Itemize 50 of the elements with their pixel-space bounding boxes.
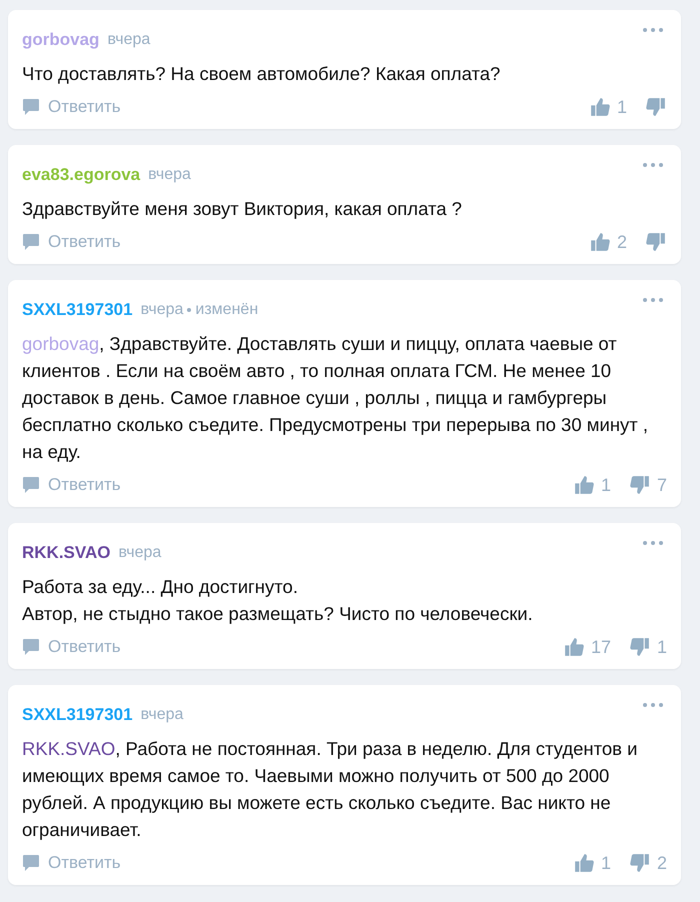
comment-text: Работа за еду... Дно достигнуто. bbox=[22, 575, 299, 599]
speech-bubble-icon bbox=[22, 233, 40, 251]
speech-bubble-icon bbox=[22, 854, 40, 872]
thumbs-down-icon bbox=[628, 636, 651, 658]
author-link[interactable]: SXXL3197301 bbox=[22, 705, 133, 725]
thumbs-up-icon bbox=[572, 474, 595, 496]
like-button[interactable]: 17 bbox=[562, 636, 611, 658]
author-link[interactable]: gorbovag bbox=[22, 30, 100, 50]
thumbs-down-icon bbox=[628, 852, 651, 874]
dislike-button[interactable] bbox=[645, 96, 667, 118]
reply-button[interactable]: Ответить bbox=[22, 853, 121, 873]
mention-link[interactable]: gorbovag bbox=[22, 333, 100, 354]
thumbs-down-icon bbox=[628, 474, 651, 496]
author-link[interactable]: SXXL3197301 bbox=[22, 300, 133, 320]
comment-text: Что доставлять? На своем автомобиле? Какая оплата? bbox=[22, 62, 502, 86]
dislike-button[interactable]: 1 bbox=[628, 636, 667, 658]
author-link[interactable]: eva83.egorova bbox=[22, 165, 140, 185]
reply-button[interactable]: Ответить bbox=[22, 637, 121, 657]
comment-text: RKK.SVAO, Работа не постоянная. Три раза в неделю. Для студентов и имеющих время самое то. Чаевыми можно получить от 500 до 2000 рублей. А продукцию вы можете есть сколько съедите. Вас никто не ограничивает. bbox=[22, 737, 638, 842]
thumbs-up-icon bbox=[588, 96, 611, 118]
like-button[interactable]: 2 bbox=[588, 231, 627, 253]
comment-time: вчера bbox=[140, 301, 184, 319]
speech-bubble-icon bbox=[22, 476, 40, 494]
thumbs-down-icon bbox=[645, 231, 667, 253]
like-button[interactable]: 1 bbox=[572, 474, 611, 496]
thumbs-up-icon bbox=[588, 231, 611, 253]
reply-button[interactable]: Ответить bbox=[22, 232, 121, 252]
thumbs-down-icon bbox=[645, 96, 667, 118]
comment-time: вчера bbox=[148, 166, 191, 184]
comment-text: gorbovag, Здравствуйте. Доставлять суши и пиццу, оплата чаевые от клиентов . Если на своём авто , то полная оплата ГСМ. Не менее 10 доставок в день. Самое главное суши , роллы , пицца и гамбургеры бесплатно сколько съедите. Предусмотрены три перерыва по 30 минут , на еду. bbox=[22, 332, 650, 464]
like-button[interactable]: 1 bbox=[572, 852, 611, 874]
comment-time: вчера bbox=[140, 706, 184, 724]
edited-label: изменён bbox=[195, 301, 258, 319]
dislike-button[interactable] bbox=[645, 231, 667, 253]
dislike-button[interactable]: 2 bbox=[628, 852, 667, 874]
comment-time: вчера bbox=[118, 544, 162, 562]
dislike-button[interactable]: 7 bbox=[628, 474, 667, 496]
reply-button[interactable]: Ответить bbox=[22, 475, 121, 495]
comment-text: Автор, не стыдно такое размещать? Чисто по человечески. bbox=[22, 602, 534, 626]
thumbs-up-icon bbox=[562, 636, 585, 658]
thumbs-up-icon bbox=[572, 852, 595, 874]
speech-bubble-icon bbox=[22, 98, 40, 116]
mention-link[interactable]: RKK.SVAO bbox=[22, 738, 116, 759]
like-button[interactable]: 1 bbox=[588, 96, 627, 118]
comment-time: вчера bbox=[107, 31, 150, 49]
reply-button[interactable]: Ответить bbox=[22, 97, 121, 117]
author-link[interactable]: RKK.SVAO bbox=[22, 543, 110, 563]
comment-text: Здравствуйте меня зовут Виктория, какая оплата ? bbox=[22, 197, 463, 221]
separator-dot bbox=[187, 308, 192, 312]
speech-bubble-icon bbox=[22, 638, 40, 656]
